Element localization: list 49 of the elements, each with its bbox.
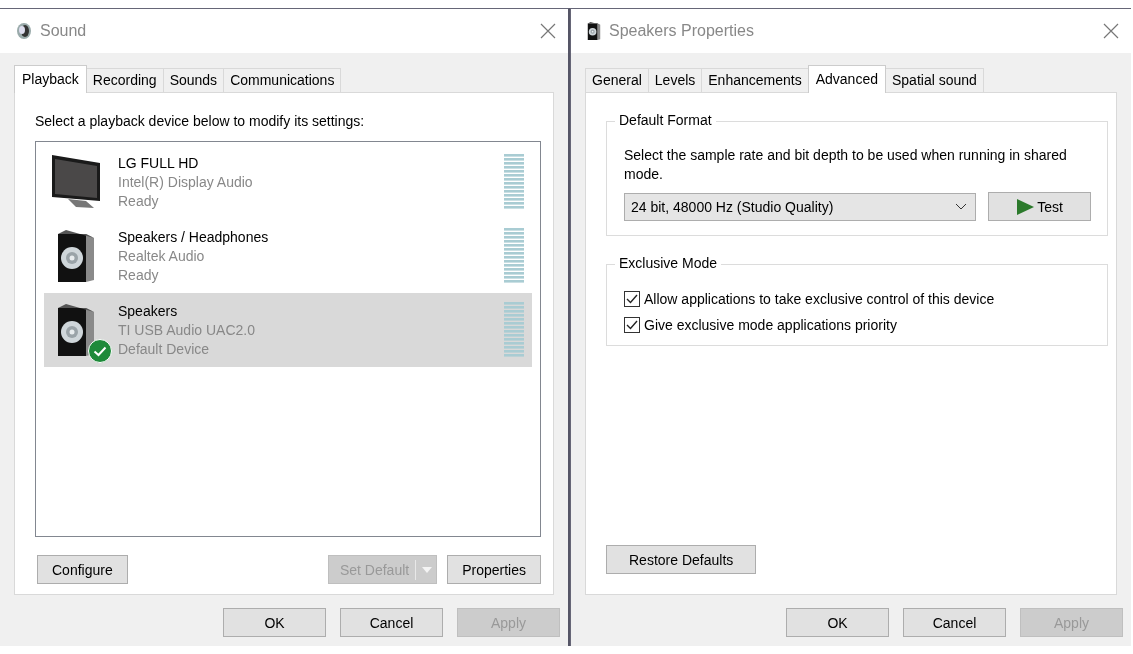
configure-button[interactable]: Configure bbox=[37, 555, 128, 584]
close-icon[interactable] bbox=[540, 23, 556, 39]
cancel-button[interactable]: Cancel bbox=[340, 608, 443, 637]
test-button[interactable]: Test bbox=[988, 192, 1091, 221]
volume-meter-icon bbox=[504, 302, 524, 358]
group-heading: Exclusive Mode bbox=[615, 255, 722, 271]
device-row[interactable]: LG FULL HD Intel(R) Display Audio Ready bbox=[44, 145, 532, 219]
chevron-down-icon bbox=[955, 203, 968, 210]
device-row[interactable]: Speakers / Headphones Realtek Audio Ready bbox=[44, 219, 532, 293]
volume-meter-icon bbox=[504, 228, 524, 284]
play-icon bbox=[1016, 198, 1035, 215]
device-name: Speakers bbox=[118, 301, 179, 321]
sample-rate-dropdown[interactable]: 24 bit, 48000 Hz (Studio Quality) bbox=[624, 192, 977, 221]
restore-defaults-button[interactable]: Restore Defaults bbox=[606, 545, 757, 574]
volume-meter-icon bbox=[504, 154, 524, 210]
speaker-icon bbox=[587, 22, 601, 40]
checkbox[interactable] bbox=[624, 317, 640, 333]
speaker-icon bbox=[56, 304, 96, 356]
window-title: Sound bbox=[40, 22, 88, 40]
close-icon[interactable] bbox=[1103, 23, 1119, 39]
monitor-icon bbox=[50, 153, 102, 211]
device-driver: Realtek Audio bbox=[118, 246, 206, 266]
tab[interactable]: Playback bbox=[14, 65, 87, 93]
speaker-icon bbox=[56, 230, 96, 282]
sound-icon bbox=[16, 22, 32, 40]
device-driver: Intel(R) Display Audio bbox=[118, 172, 254, 192]
device-status: Ready bbox=[118, 265, 160, 285]
checkbox-label: Give exclusive mode applications priority bbox=[644, 317, 897, 333]
description-text: Select the sample rate and bit depth to be used when running in shared mode. bbox=[624, 146, 1068, 184]
ok-button[interactable]: OK bbox=[223, 608, 326, 637]
group-heading: Default Format bbox=[615, 112, 716, 128]
tab[interactable]: General bbox=[585, 68, 649, 92]
device-row[interactable]: Speakers TI USB Audio UAC2.0 Default Device bbox=[44, 293, 532, 367]
device-name: LG FULL HD bbox=[118, 153, 200, 173]
checkbox-label: Allow applications to take exclusive control of this device bbox=[644, 291, 995, 307]
window-title: Speakers Properties bbox=[609, 22, 755, 40]
cancel-button[interactable]: Cancel bbox=[903, 608, 1006, 637]
device-driver: TI USB Audio UAC2.0 bbox=[118, 320, 256, 340]
device-name: Speakers / Headphones bbox=[118, 227, 270, 247]
tab[interactable]: Spatial sound bbox=[884, 68, 984, 92]
device-status: Default Device bbox=[118, 339, 211, 359]
properties-button[interactable]: Properties bbox=[447, 555, 541, 584]
tab[interactable]: Communications bbox=[223, 68, 342, 92]
device-status: Ready bbox=[118, 191, 160, 211]
caret-icon bbox=[422, 566, 433, 573]
ok-button[interactable]: OK bbox=[786, 608, 889, 637]
instruction-text: Select a playback device below to modify its settings: bbox=[35, 113, 366, 129]
checkbox[interactable] bbox=[624, 291, 640, 307]
tab[interactable]: Advanced bbox=[807, 65, 886, 93]
